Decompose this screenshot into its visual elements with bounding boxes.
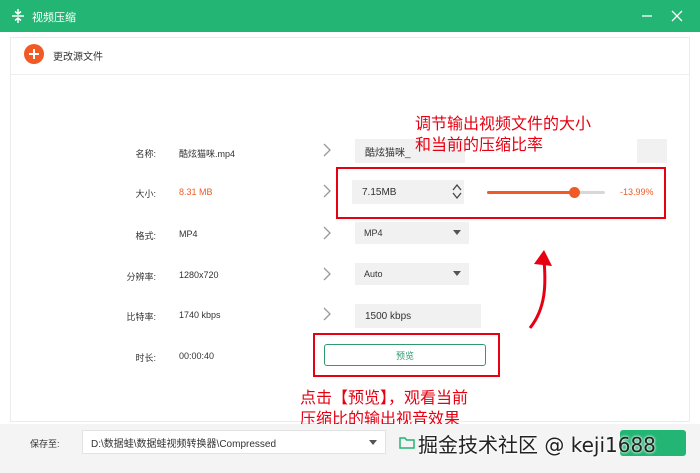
output-bitrate-field[interactable]: 1500 kbps <box>355 304 481 328</box>
caret-down-icon <box>453 230 461 235</box>
format-select-value: MP4 <box>364 228 383 238</box>
source-size-value: 8.31 MB <box>179 187 213 197</box>
add-file-button[interactable] <box>24 44 44 64</box>
bitrate-label: 比特率: <box>126 312 156 322</box>
resolution-label: 分辨率: <box>126 272 156 282</box>
resolution-select[interactable]: Auto <box>355 263 469 285</box>
chevron-right-icon <box>323 267 331 281</box>
annotation-top-line1: 调节输出视频文件的大小 <box>415 114 592 133</box>
compress-app-icon <box>12 9 24 23</box>
window-title: 视频压缩 <box>32 12 76 24</box>
output-name-value: 酷炫猫咪_ <box>365 147 411 159</box>
preview-highlight-box <box>313 333 500 377</box>
title-bar: 视频压缩 <box>0 0 700 32</box>
output-bitrate-value: 1500 kbps <box>365 310 412 322</box>
annotation-bottom: 点击【预览】，观看当前 压缩比的输出视音效果 <box>300 387 468 429</box>
chevron-right-icon <box>323 307 331 321</box>
format-select[interactable]: MP4 <box>355 222 469 244</box>
caret-down-icon <box>453 271 461 276</box>
change-source-file-link[interactable]: 更改源文件 <box>53 48 103 63</box>
annotation-bottom-line1: 点击【预览】，观看当前 <box>300 388 469 407</box>
chevron-right-icon <box>323 226 331 240</box>
annotation-top-line2: 和当前的压缩比率 <box>415 135 544 154</box>
size-label: 大小: <box>135 189 156 199</box>
divider <box>10 74 690 75</box>
plus-icon <box>29 49 39 59</box>
close-icon <box>671 10 683 22</box>
duration-label: 时长: <box>135 353 156 363</box>
source-bitrate-value: 1740 kbps <box>179 310 221 320</box>
resolution-select-value: Auto <box>364 269 383 279</box>
chevron-right-icon <box>323 143 331 157</box>
watermark: 掘金技术社区 @ keji1688 <box>418 432 656 457</box>
caret-down-icon[interactable] <box>369 440 377 445</box>
close-button[interactable] <box>668 7 686 25</box>
format-label: 格式: <box>135 231 156 241</box>
source-name-value: 酷炫猫咪.mp4 <box>179 149 236 159</box>
save-to-label: 保存至: <box>30 439 60 449</box>
size-highlight-box <box>336 167 666 219</box>
source-duration-value: 00:00:40 <box>179 351 215 361</box>
source-resolution-value: 1280x720 <box>179 270 219 280</box>
save-path-value: D:\数据蛙\数据蛙视频转换器\Compressed <box>91 438 277 450</box>
name-suffix-field[interactable] <box>637 139 667 163</box>
chevron-right-icon <box>323 184 331 198</box>
name-label: 名称: <box>135 149 156 159</box>
minimize-icon <box>642 15 652 17</box>
annotation-top: 调节输出视频文件的大小 和当前的压缩比率 <box>415 113 591 155</box>
minimize-button[interactable] <box>638 7 656 25</box>
save-path-select[interactable]: D:\数据蛙\数据蛙视频转换器\Compressed <box>82 430 386 454</box>
source-format-value: MP4 <box>179 229 198 239</box>
annotation-arrow-icon <box>528 250 552 329</box>
